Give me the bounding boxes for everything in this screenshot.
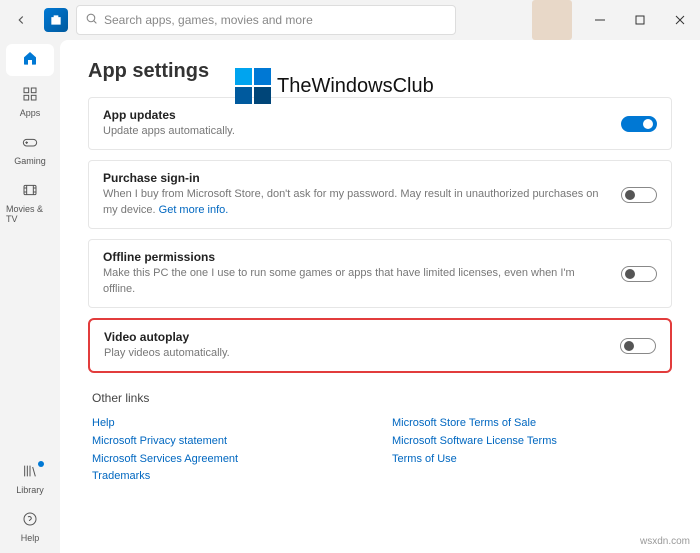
setting-title: Purchase sign-in — [103, 171, 609, 185]
store-icon — [44, 8, 68, 32]
home-icon — [22, 50, 38, 70]
setting-title: Video autoplay — [104, 330, 608, 344]
setting-title: App updates — [103, 108, 609, 122]
user-avatar[interactable] — [532, 0, 572, 40]
link-terms-use[interactable]: Terms of Use — [392, 453, 457, 465]
movies-icon — [22, 182, 38, 202]
link-trademarks[interactable]: Trademarks — [92, 470, 150, 482]
get-more-info-link[interactable]: Get more info. — [159, 204, 229, 216]
content-area: TheWindowsClub App settings App updates … — [60, 40, 700, 553]
sidenav: Apps Gaming Movies & TV Library — [0, 40, 60, 553]
link-help[interactable]: Help — [92, 417, 115, 429]
toggle-app-updates[interactable] — [621, 116, 657, 132]
minimize-button[interactable] — [580, 0, 620, 40]
library-icon — [22, 463, 38, 483]
sidenav-movies[interactable]: Movies & TV — [6, 176, 54, 230]
sidenav-apps[interactable]: Apps — [6, 80, 54, 124]
search-placeholder: Search apps, games, movies and more — [104, 13, 313, 27]
setting-desc: When I buy from Microsoft Store, don't a… — [103, 187, 609, 218]
setting-purchase-signin: Purchase sign-in When I buy from Microso… — [88, 160, 672, 229]
sidenav-label: Help — [21, 533, 40, 543]
other-links-grid: Help Microsoft Privacy statement Microso… — [92, 415, 672, 485]
setting-app-updates: App updates Update apps automatically. — [88, 97, 672, 150]
apps-icon — [22, 86, 38, 106]
setting-desc: Play videos automatically. — [104, 346, 608, 361]
sidenav-gaming[interactable]: Gaming — [6, 128, 54, 172]
watermark-logo: TheWindowsClub — [235, 68, 434, 104]
close-button[interactable] — [660, 0, 700, 40]
footer-watermark: wsxdn.com — [640, 536, 690, 547]
notification-dot — [38, 461, 44, 467]
link-license-terms[interactable]: Microsoft Software License Terms — [392, 435, 557, 447]
toggle-purchase-signin[interactable] — [621, 187, 657, 203]
other-links-heading: Other links — [92, 391, 672, 405]
link-privacy[interactable]: Microsoft Privacy statement — [92, 435, 227, 447]
sidenav-label: Library — [16, 485, 44, 495]
toggle-offline-permissions[interactable] — [621, 266, 657, 282]
help-icon — [22, 511, 38, 531]
sidenav-label: Apps — [20, 108, 41, 118]
windows-logo-icon — [235, 68, 271, 104]
sidenav-label: Gaming — [14, 156, 46, 166]
setting-desc: Make this PC the one I use to run some g… — [103, 266, 609, 297]
sidenav-library[interactable]: Library — [6, 457, 54, 501]
sidenav-label: Movies & TV — [6, 204, 54, 224]
gaming-icon — [22, 134, 38, 154]
search-input[interactable]: Search apps, games, movies and more — [76, 5, 456, 35]
search-icon — [85, 12, 98, 28]
toggle-video-autoplay[interactable] — [620, 338, 656, 354]
setting-title: Offline permissions — [103, 250, 609, 264]
window-controls — [532, 0, 700, 40]
sidenav-help[interactable]: Help — [6, 505, 54, 549]
maximize-button[interactable] — [620, 0, 660, 40]
setting-offline-permissions: Offline permissions Make this PC the one… — [88, 239, 672, 308]
watermark-text: TheWindowsClub — [277, 75, 434, 98]
back-button[interactable] — [6, 5, 36, 35]
titlebar: Search apps, games, movies and more — [0, 0, 700, 40]
sidenav-home[interactable] — [6, 44, 54, 76]
link-services-agreement[interactable]: Microsoft Services Agreement — [92, 453, 238, 465]
setting-video-autoplay: Video autoplay Play videos automatically… — [88, 318, 672, 373]
link-terms-sale[interactable]: Microsoft Store Terms of Sale — [392, 417, 536, 429]
setting-desc: Update apps automatically. — [103, 124, 609, 139]
